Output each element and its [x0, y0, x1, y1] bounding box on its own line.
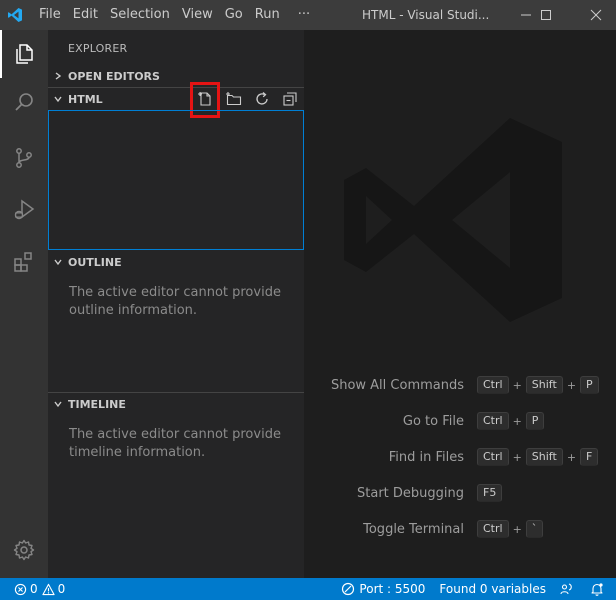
shortcut-find-in-files: Find in Files Ctrl + Shift + F	[304, 446, 616, 468]
menu-go[interactable]: Go	[219, 0, 249, 30]
menu-selection[interactable]: Selection	[104, 0, 176, 30]
problems-indicator[interactable]: 0 0	[14, 578, 65, 600]
shortcut-go-to-file: Go to File Ctrl + P	[304, 410, 616, 432]
shortcut-keys: Ctrl + Shift + P	[477, 376, 599, 394]
vscode-watermark-icon	[334, 110, 574, 334]
key: F5	[477, 484, 503, 502]
key: P	[525, 412, 545, 430]
menu-more[interactable]: ···	[292, 0, 316, 30]
refresh-icon[interactable]	[251, 88, 273, 110]
section-label: TIMELINE	[68, 397, 126, 411]
key: `	[525, 520, 544, 538]
menu-file[interactable]: File	[33, 0, 67, 30]
error-icon	[14, 578, 27, 600]
search-icon[interactable]	[0, 78, 48, 126]
folder-tree-area[interactable]	[48, 110, 304, 250]
explorer-icon[interactable]	[0, 30, 48, 78]
shortcut-keys: Ctrl + `	[477, 520, 544, 538]
key: P	[580, 376, 599, 394]
shortcut-label: Start Debugging	[357, 485, 464, 501]
window-title: HTML - Visual Studi...	[362, 8, 490, 22]
shortcut-toggle-terminal: Toggle Terminal Ctrl + `	[304, 518, 616, 540]
sidebar-title: EXPLORER	[68, 42, 128, 55]
source-control-icon[interactable]	[0, 134, 48, 182]
section-timeline[interactable]: TIMELINE	[48, 393, 304, 415]
chevron-down-icon	[48, 257, 68, 267]
collapse-all-icon[interactable]	[279, 88, 301, 110]
shortcut-show-all-commands: Show All Commands Ctrl + Shift + P	[304, 374, 616, 396]
chevron-down-icon	[48, 94, 68, 104]
new-folder-icon[interactable]	[223, 88, 245, 110]
activity-bar	[0, 30, 48, 578]
status-bar: 0 0 Port : 5500 Found 0 variables	[0, 578, 616, 600]
key: Ctrl	[477, 520, 509, 538]
warning-count: 0	[57, 582, 66, 596]
menu-run[interactable]: Run	[249, 0, 286, 30]
key: Ctrl	[477, 376, 509, 394]
section-label: OUTLINE	[68, 255, 122, 269]
chevron-down-icon	[48, 399, 68, 409]
shortcut-label: Toggle Terminal	[363, 521, 464, 537]
menu-bar: File Edit Selection View Go Run ···	[33, 0, 316, 30]
shortcut-label: Show All Commands	[330, 377, 464, 393]
maximize-button[interactable]	[526, 0, 566, 30]
key: F	[580, 448, 599, 466]
feedback-icon[interactable]	[560, 578, 574, 600]
shortcut-label: Find in Files	[388, 449, 464, 465]
active-indicator	[0, 30, 2, 78]
live-server-port[interactable]: Port : 5500	[359, 578, 425, 600]
key: Ctrl	[477, 412, 509, 430]
editor-area: Show All Commands Ctrl + Shift + P Go to F…	[304, 30, 616, 578]
section-folder-html[interactable]: HTML	[48, 88, 304, 110]
section-outline[interactable]: OUTLINE	[48, 251, 304, 273]
variables-status[interactable]: Found 0 variables	[439, 578, 546, 600]
notifications-bell-icon[interactable]	[590, 578, 604, 600]
shortcut-keys: Ctrl + P	[477, 412, 545, 430]
menu-edit[interactable]: Edit	[67, 0, 104, 30]
section-label: OPEN EDITORS	[68, 69, 160, 83]
vscode-logo-icon	[0, 0, 30, 30]
port-icon	[341, 578, 355, 600]
section-label: HTML	[68, 92, 103, 106]
shortcut-label: Go to File	[402, 413, 464, 429]
title-bar: File Edit Selection View Go Run ··· HTML…	[0, 0, 616, 30]
status-right: Port : 5500 Found 0 variables	[341, 578, 616, 600]
key: Shift	[525, 448, 563, 466]
close-window-button[interactable]	[576, 0, 616, 30]
key: Ctrl	[477, 448, 509, 466]
error-count: 0	[30, 582, 38, 596]
key: Shift	[525, 376, 563, 394]
shortcut-keys: F5	[477, 484, 503, 502]
settings-gear-icon[interactable]	[0, 526, 48, 574]
shortcut-start-debugging: Start Debugging F5	[304, 482, 616, 504]
chevron-right-icon	[48, 71, 68, 81]
extensions-icon[interactable]	[0, 238, 48, 286]
section-open-editors[interactable]: OPEN EDITORS	[48, 65, 304, 87]
menu-view[interactable]: View	[176, 0, 219, 30]
outline-message: The active editor cannot provide outline…	[69, 285, 281, 318]
shortcut-keys: Ctrl + Shift + F	[477, 448, 599, 466]
explorer-sidebar: EXPLORER OPEN EDITORS HTML OUTLINE The a…	[48, 30, 304, 578]
run-debug-icon[interactable]	[0, 186, 48, 234]
timeline-message: The active editor cannot provide timelin…	[69, 427, 281, 460]
warning-icon	[42, 578, 55, 600]
